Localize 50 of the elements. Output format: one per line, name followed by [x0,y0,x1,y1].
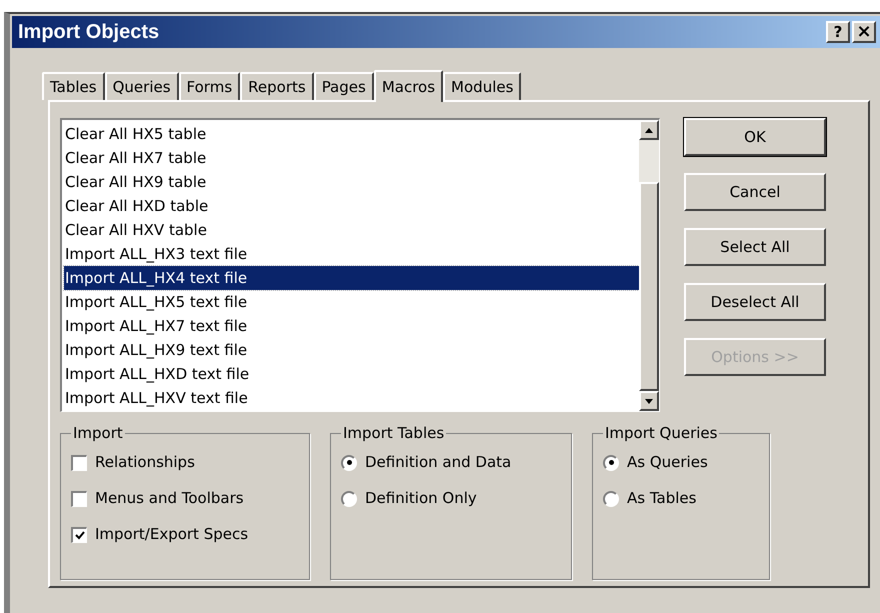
checkbox[interactable] [71,454,87,470]
list-item[interactable]: Import ALL_HX9 text file [64,338,639,362]
tab[interactable]: Macros [374,70,444,102]
group-title: Import [72,423,124,444]
up-arrow-icon [645,128,653,132]
scroll-up-button[interactable] [639,120,659,140]
tab[interactable]: Pages [314,72,374,100]
radio-button[interactable] [341,490,357,506]
dialog-button[interactable]: Deselect All [684,283,826,321]
radio-label: Definition and Data [365,452,512,474]
close-button[interactable]: × [852,21,876,43]
checkbox-label: Relationships [95,452,195,474]
radio-button[interactable] [603,490,619,506]
group-title: Import Queries [604,423,718,444]
window-title: Import Objects [18,20,160,45]
radio-label: As Tables [627,488,696,510]
tab[interactable]: Modules [443,72,522,100]
list-item[interactable]: Import ALL_HXD text file [64,362,639,386]
scrollbar[interactable] [639,120,659,411]
list-item[interactable]: Clear All HX5 table [64,122,639,146]
list-item[interactable]: Clear All HXV table [64,218,639,242]
list-item[interactable]: Clear All HXD table [64,194,639,218]
group-title: Import Tables [342,423,446,444]
radio-label: As Queries [627,452,708,474]
list-item[interactable]: Import ALL_HX4 text file [64,266,639,290]
dialog-button[interactable]: Cancel [684,173,826,211]
scroll-down-button[interactable] [639,391,659,411]
list-item[interactable]: Import ALL_HX3 text file [64,242,639,266]
tab[interactable]: Forms [178,72,240,100]
checkbox[interactable] [71,526,87,542]
tab[interactable]: Tables [42,72,105,100]
checkmark-icon [74,530,84,540]
list-item[interactable]: Import ALL_HXV text file [64,386,639,410]
dialog-button[interactable]: Select All [684,228,826,266]
checkbox-label: Menus and Toolbars [95,488,244,510]
dialog-button[interactable]: OK [684,118,826,156]
radio-button[interactable] [341,454,357,470]
radio-button[interactable] [603,454,619,470]
help-button[interactable]: ? [826,21,850,43]
list-item[interactable]: Clear All HX7 table [64,146,639,170]
down-arrow-icon [645,398,653,404]
checkbox-label: Import/Export Specs [95,524,248,546]
list-item[interactable]: Import ALL_HX7 text file [64,314,639,338]
checkbox[interactable] [71,490,87,506]
radio-label: Definition Only [365,488,477,510]
list-item[interactable]: Clear All HX9 table [64,170,639,194]
list-item[interactable]: Import ALL_HX5 text file [64,290,639,314]
scroll-thumb[interactable] [639,182,659,391]
tab[interactable]: Reports [240,72,314,100]
tab[interactable]: Queries [104,72,179,100]
